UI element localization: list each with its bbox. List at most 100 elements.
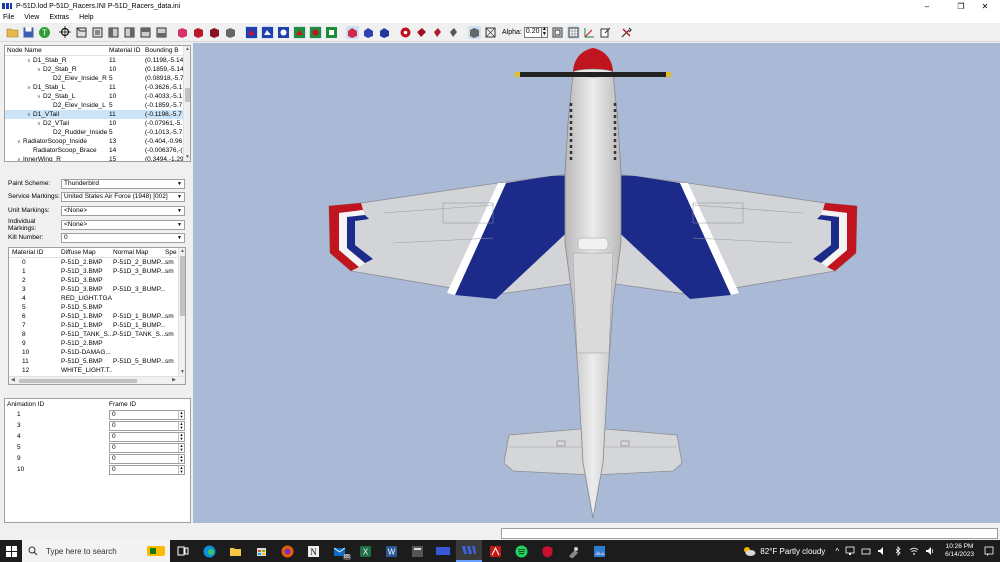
tree-node[interactable]: ∨ D2_VTail 10 (-0.07961,-5.: [5, 119, 190, 128]
tree-node[interactable]: D2_Rudder_Inside 5 (-0.1013,-5.7: [5, 128, 190, 137]
tree-node[interactable]: D2_Elev_Inside_L 5 (-0.1859,-5.7: [5, 101, 190, 110]
view-top-icon[interactable]: [139, 26, 152, 39]
tree-node[interactable]: ∨ RadiatorScoop_Inside 13 (-0.404,-0.96: [5, 137, 190, 146]
bluetooth-icon[interactable]: [893, 546, 903, 556]
tree-node[interactable]: ∨ InnerWing_R 15 (0.3494,-1.29: [5, 155, 190, 161]
material-table[interactable]: Material ID Diffuse Map Normal Map Spe 0…: [8, 247, 186, 385]
volume-icon[interactable]: [925, 546, 935, 556]
stepper-arrows-icon[interactable]: ▲ ▼: [178, 432, 184, 441]
light-icon[interactable]: [431, 26, 444, 39]
spotify-icon[interactable]: [508, 540, 534, 562]
stepper-arrows-icon[interactable]: ▲ ▼: [178, 454, 184, 463]
notion-icon[interactable]: N: [300, 540, 326, 562]
view-right-icon[interactable]: [123, 26, 136, 39]
material-row[interactable]: 8 P-51D_TANK_S... P-51D_TANK_S... sm: [9, 330, 185, 339]
export-icon[interactable]: [599, 26, 612, 39]
solid-red-icon[interactable]: [192, 26, 205, 39]
alpha-input[interactable]: 0.20: [523, 26, 542, 38]
tree-node[interactable]: ∨ D1_Stab_L 11 (-0.3626,-5.1: [5, 83, 190, 92]
material-row[interactable]: 7 P-51D_1.BMP P-51D_1_BUMP....: [9, 321, 185, 330]
solid-gray-icon[interactable]: [224, 26, 237, 39]
printer-icon[interactable]: [861, 546, 871, 556]
tool-app-icon[interactable]: [560, 540, 586, 562]
col-node-name[interactable]: Node Name: [5, 47, 109, 54]
tree-node[interactable]: ∨ D2_Stab_L 10 (-0.4033,-5.1: [5, 92, 190, 101]
frame-id-stepper[interactable]: 0 ▲ ▼: [109, 409, 185, 420]
kill-number-select[interactable]: 0 ▼: [61, 232, 185, 243]
view-front-icon[interactable]: [75, 26, 88, 39]
clock[interactable]: 10:26 PM 6/14/2023: [945, 543, 974, 559]
material-row[interactable]: 4 RED_LIGHT.TGA: [9, 294, 185, 303]
bounding-box-icon[interactable]: [551, 26, 564, 39]
view-bottom-icon[interactable]: [155, 26, 168, 39]
alpha-spinner[interactable]: ▲ ▼: [541, 26, 548, 38]
menu-view[interactable]: View: [24, 14, 39, 21]
wireframe-icon[interactable]: [484, 26, 497, 39]
excel-icon[interactable]: X: [352, 540, 378, 562]
zoom-crosshair-icon[interactable]: [59, 25, 72, 39]
tree-scrollbar[interactable]: ▲ ▼: [183, 46, 190, 161]
lighting-1-icon[interactable]: [346, 25, 359, 39]
material-scrollbar[interactable]: ▲ ▼: [178, 248, 185, 384]
frame-id-stepper[interactable]: 0 ▲ ▼: [109, 431, 185, 442]
material-row[interactable]: 0 P-51D_2.BMP P-51D_2_BUMP.... sm: [9, 258, 185, 267]
lod-viewer-icon[interactable]: [456, 540, 482, 562]
menu-file[interactable]: File: [3, 14, 14, 21]
render-mode-2-icon[interactable]: [261, 25, 274, 39]
box-3d-icon[interactable]: [468, 25, 481, 39]
lighting-2-icon[interactable]: [362, 26, 375, 39]
lighting-3-icon[interactable]: [378, 26, 391, 39]
taskbar-search[interactable]: Type here to search: [22, 540, 170, 562]
col-frame-id[interactable]: Frame ID: [109, 401, 169, 408]
task-view-icon[interactable]: [170, 540, 196, 562]
stepper-arrows-icon[interactable]: ▲ ▼: [178, 410, 184, 419]
col-material-id[interactable]: Material ID: [9, 249, 61, 256]
material-row[interactable]: 6 P-51D_1.BMP P-51D_1_BUMP.... sm: [9, 312, 185, 321]
col-normal-map[interactable]: Normal Map: [113, 249, 165, 256]
minimize-button[interactable]: –: [912, 0, 942, 12]
shadow-icon[interactable]: [447, 26, 460, 39]
material-row[interactable]: 11 P-51D_5.BMP P-51D_5_BUMP.... sm: [9, 357, 185, 366]
gear-red-icon[interactable]: [399, 26, 412, 39]
mail-icon[interactable]: 85: [326, 540, 352, 562]
solid-dark-red-icon[interactable]: [208, 26, 221, 39]
close-button[interactable]: ✕: [970, 0, 1000, 12]
store-icon[interactable]: [248, 540, 274, 562]
col-diffuse-map[interactable]: Diffuse Map: [61, 249, 113, 256]
col-specular-map[interactable]: Spe: [165, 249, 179, 256]
tree-node[interactable]: ∨ D2_Stab_R 10 (0.1859,-5.14: [5, 65, 190, 74]
frame-id-stepper[interactable]: 0 ▲ ▼: [109, 464, 185, 475]
render-mode-6-icon[interactable]: [325, 26, 338, 39]
stepper-arrows-icon[interactable]: ▲ ▼: [178, 443, 184, 452]
app-blue-icon[interactable]: [430, 540, 456, 562]
tree-node[interactable]: ∨ D1_Stab_R 11 (0.1198,-5.14: [5, 56, 190, 65]
individual-markings-select[interactable]: <None> ▼: [61, 219, 185, 230]
material-row[interactable]: 10 P-51D-DAMAG...: [9, 348, 185, 357]
material-row[interactable]: 5 P-51D_5.BMP: [9, 303, 185, 312]
menu-help[interactable]: Help: [79, 14, 93, 21]
tree-node[interactable]: ∨ D1_VTail 11 (-0.1198,-5.7: [5, 110, 190, 119]
animation-table[interactable]: Animation ID Frame ID 1 0 ▲ ▼ 3 0 ▲ ▼ 4 0 ▲ ▼ 5 0 ▲ ▼ 9 0…: [4, 398, 191, 523]
firefox-icon[interactable]: [274, 540, 300, 562]
wheel-icon[interactable]: [415, 26, 428, 39]
weather-widget[interactable]: 82°F Partly cloudy: [742, 545, 825, 557]
render-mode-4-icon[interactable]: [293, 25, 306, 39]
edge-icon[interactable]: [196, 540, 222, 562]
save-icon[interactable]: [22, 26, 35, 39]
stepper-arrows-icon[interactable]: ▲ ▼: [178, 421, 184, 430]
start-button[interactable]: [0, 540, 22, 562]
service-markings-select[interactable]: United States Air Force (1948) [002] ▼: [61, 191, 185, 202]
material-row[interactable]: 1 P-51D_3.BMP P-51D_3_BUMP.... sm: [9, 267, 185, 276]
unit-markings-select[interactable]: <None> ▼: [61, 205, 185, 216]
acrobat-icon[interactable]: [482, 540, 508, 562]
paint-scheme-select[interactable]: Thunderbird ▼: [61, 178, 185, 189]
grid-icon[interactable]: [566, 25, 580, 39]
axes-icon[interactable]: [583, 26, 596, 39]
frame-id-stepper[interactable]: 0 ▲ ▼: [109, 442, 185, 453]
view-left-icon[interactable]: [107, 26, 120, 39]
3d-viewport[interactable]: [193, 43, 1000, 523]
col-material-id[interactable]: Material ID: [109, 47, 145, 54]
material-row[interactable]: 2 P-51D_3.BMP: [9, 276, 185, 285]
material-row[interactable]: 3 P-51D_3.BMP P-51D_3_BUMP....: [9, 285, 185, 294]
node-tree[interactable]: Node Name Material ID Bounding B ∨ D1_Sta…: [4, 45, 191, 162]
